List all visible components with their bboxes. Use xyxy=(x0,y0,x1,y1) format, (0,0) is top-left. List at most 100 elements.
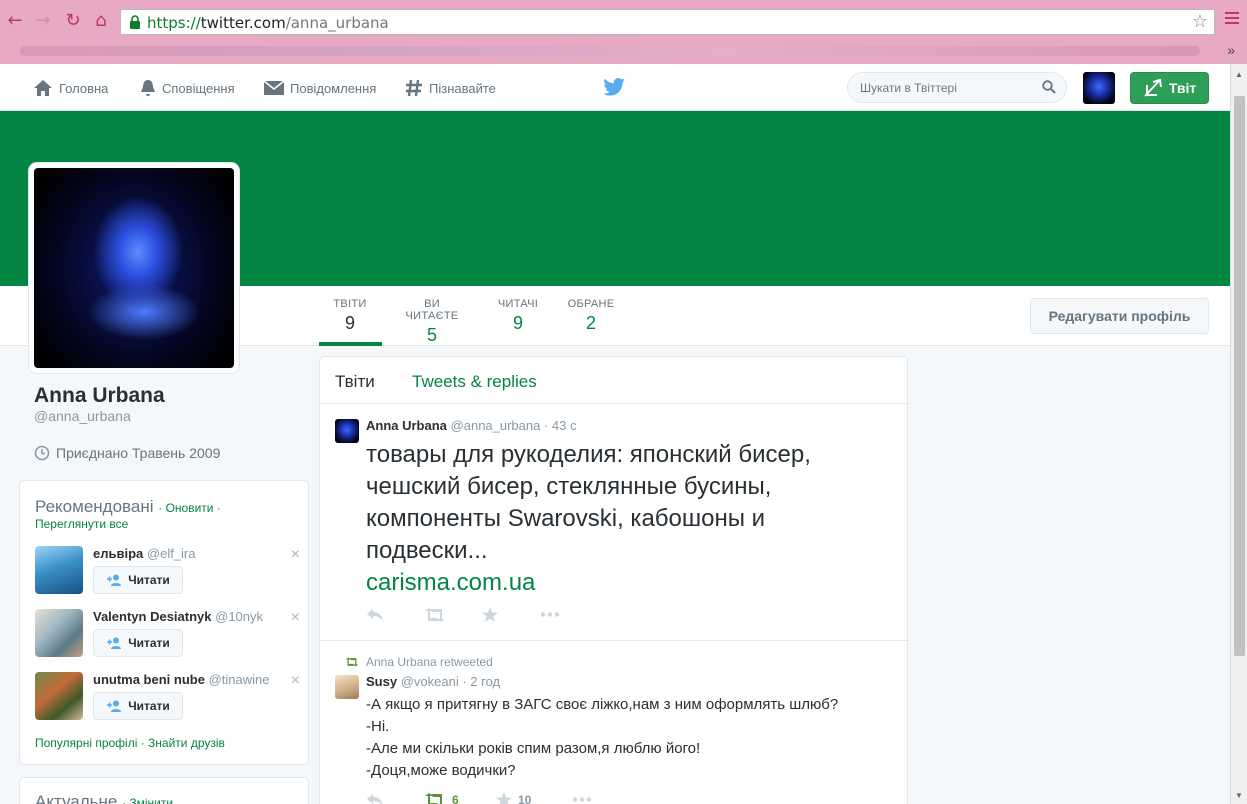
browser-toolbar: ← → ↻ ⌂ https://twitter.com/anna_urbana … xyxy=(0,0,1247,64)
timeline-tabs: Твіти Tweets & replies xyxy=(320,357,907,404)
popular-profiles-links[interactable]: Популярні профілі · Знайти друзів xyxy=(35,736,225,750)
recommendation-name[interactable]: Valentyn Desiatnyk @10nyk xyxy=(93,609,263,624)
search-input[interactable] xyxy=(848,73,1028,102)
forward-icon[interactable]: → xyxy=(32,10,54,32)
stat-following[interactable]: ВИ ЧИТАЄТЕ 5 xyxy=(396,298,468,346)
nav-messages[interactable]: Повідомлення xyxy=(264,78,376,98)
tweet-actions xyxy=(366,607,598,622)
lock-icon xyxy=(130,15,140,29)
see-all-link[interactable]: Переглянути все xyxy=(35,517,128,531)
menu-icon[interactable] xyxy=(1225,12,1239,26)
tweet-text: -А якщо я притягну в ЗАГС своє ліжко,нам… xyxy=(366,696,839,779)
follow-button[interactable]: Читати xyxy=(93,566,183,594)
reply-icon xyxy=(367,793,383,804)
retweeted-icon xyxy=(345,657,359,667)
profile-timeline: Твіти Tweets & replies Anna Urbana @anna… xyxy=(319,356,908,804)
page-scrollbar[interactable]: ▲ ▼ xyxy=(1230,64,1247,804)
tweet-actions: 6 10 xyxy=(366,792,630,804)
recommendation-name[interactable]: ельвіра @elf_ira xyxy=(93,546,196,561)
dismiss-icon[interactable]: × xyxy=(291,546,300,564)
bookmarks-blur xyxy=(20,46,1200,56)
nav-discover[interactable]: Пізнавайте xyxy=(405,78,496,98)
tweet[interactable]: Anna Urbana retweeted Susy @vokeani · 2 … xyxy=(320,642,907,804)
clock-icon xyxy=(34,445,50,461)
join-date: Приєднано Травень 2009 xyxy=(34,445,220,461)
retweet-context: Anna Urbana retweeted xyxy=(345,655,493,669)
stat-favorites[interactable]: ОБРАНЕ 2 xyxy=(566,298,616,334)
tweet-author-handle[interactable]: @vokeani xyxy=(401,674,459,689)
tab-tweets[interactable]: Твіти xyxy=(335,372,375,392)
tweet-author-name[interactable]: Susy xyxy=(366,674,397,689)
tweet-time[interactable]: · 2 год xyxy=(462,674,500,689)
retweet-icon xyxy=(425,607,445,622)
url-text: https://twitter.com/anna_urbana xyxy=(147,14,389,32)
recommendation-item: Valentyn Desiatnyk @10nyk × Читати xyxy=(35,609,300,659)
follow-button[interactable]: Читати xyxy=(93,629,183,657)
dismiss-icon[interactable]: × xyxy=(291,609,300,627)
address-bar[interactable]: https://twitter.com/anna_urbana ☆ xyxy=(120,9,1215,35)
recommendation-name[interactable]: unutma beni nube @tinawine xyxy=(93,672,269,687)
follow-user-icon xyxy=(107,574,122,586)
reply-button[interactable] xyxy=(366,608,424,622)
follow-user-icon xyxy=(107,700,122,712)
tweet-author-handle[interactable]: @anna_urbana xyxy=(451,418,541,433)
hashtag-icon xyxy=(406,79,422,97)
stat-followers[interactable]: ЧИТАЧІ 9 xyxy=(495,298,541,334)
tweet-link[interactable]: carisma.com.ua xyxy=(366,569,535,596)
profile-avatar[interactable] xyxy=(29,163,239,373)
recommendation-item: ельвіра @elf_ira × Читати xyxy=(35,546,300,596)
tweet-author-name[interactable]: Anna Urbana xyxy=(366,418,447,433)
favorite-button[interactable]: 10 xyxy=(496,792,572,804)
more-button[interactable] xyxy=(572,797,630,802)
stat-tweets[interactable]: ТВІТИ 9 xyxy=(330,298,370,334)
nav-home[interactable]: Головна xyxy=(33,78,108,98)
change-trends-link[interactable]: · Змінити xyxy=(122,796,173,804)
quill-icon xyxy=(1144,79,1162,97)
retweet-count: 6 xyxy=(452,792,459,804)
retweet-button[interactable] xyxy=(424,607,482,622)
more-bookmarks-button[interactable]: » xyxy=(1227,42,1235,58)
top-navigation: Головна Сповіщення Повідомлення Пізнавай… xyxy=(0,64,1230,111)
recommendation-avatar[interactable] xyxy=(35,546,83,594)
follow-button[interactable]: Читати xyxy=(93,692,183,720)
profile-avatar-image xyxy=(34,168,234,368)
dismiss-icon[interactable]: × xyxy=(291,672,300,690)
tweet-time[interactable]: · 43 с xyxy=(544,418,577,433)
search-box[interactable] xyxy=(847,72,1067,103)
back-icon[interactable]: ← xyxy=(4,10,26,32)
envelope-icon xyxy=(264,80,284,95)
edit-profile-button[interactable]: Редагувати профіль xyxy=(1030,298,1209,334)
tab-tweets-replies[interactable]: Tweets & replies xyxy=(412,372,537,392)
reload-icon[interactable]: ↻ xyxy=(62,10,84,32)
more-button[interactable] xyxy=(540,612,598,617)
more-dots-icon xyxy=(540,612,560,617)
bookmark-star-icon[interactable]: ☆ xyxy=(1192,11,1208,32)
bell-icon xyxy=(141,80,155,96)
tweet-avatar[interactable] xyxy=(335,675,359,699)
recommendation-avatar[interactable] xyxy=(35,609,83,657)
tweet-avatar[interactable] xyxy=(335,419,359,443)
tweet-header: Susy @vokeani · 2 год xyxy=(366,674,500,689)
search-icon[interactable] xyxy=(1042,80,1056,94)
favorite-count: 10 xyxy=(518,792,532,804)
scroll-up-icon[interactable]: ▲ xyxy=(1235,70,1243,79)
tweet[interactable]: Anna Urbana @anna_urbana · 43 с товары д… xyxy=(320,404,907,641)
who-to-follow-module: Рекомендовані · Оновити · Переглянути вс… xyxy=(19,480,309,765)
twitter-bird-icon[interactable] xyxy=(603,78,625,96)
compose-tweet-button[interactable]: Твіт xyxy=(1130,72,1209,104)
reply-button[interactable] xyxy=(366,793,424,804)
trends-title: Актуальне · Змінити xyxy=(35,792,173,804)
refresh-link[interactable]: · Оновити · xyxy=(158,501,221,515)
profile-name[interactable]: Anna Urbana xyxy=(34,384,165,408)
more-dots-icon xyxy=(572,797,592,802)
home-icon[interactable]: ⌂ xyxy=(90,10,112,32)
favorite-button[interactable] xyxy=(482,607,540,622)
scroll-thumb[interactable] xyxy=(1234,96,1245,656)
scroll-down-icon[interactable]: ▼ xyxy=(1235,791,1243,800)
account-avatar[interactable] xyxy=(1083,72,1115,104)
recommendation-avatar[interactable] xyxy=(35,672,83,720)
star-icon xyxy=(482,607,498,622)
retweet-button[interactable]: 6 xyxy=(424,792,496,804)
profile-handle[interactable]: @anna_urbana xyxy=(34,408,131,424)
nav-notifications[interactable]: Сповіщення xyxy=(140,78,235,98)
